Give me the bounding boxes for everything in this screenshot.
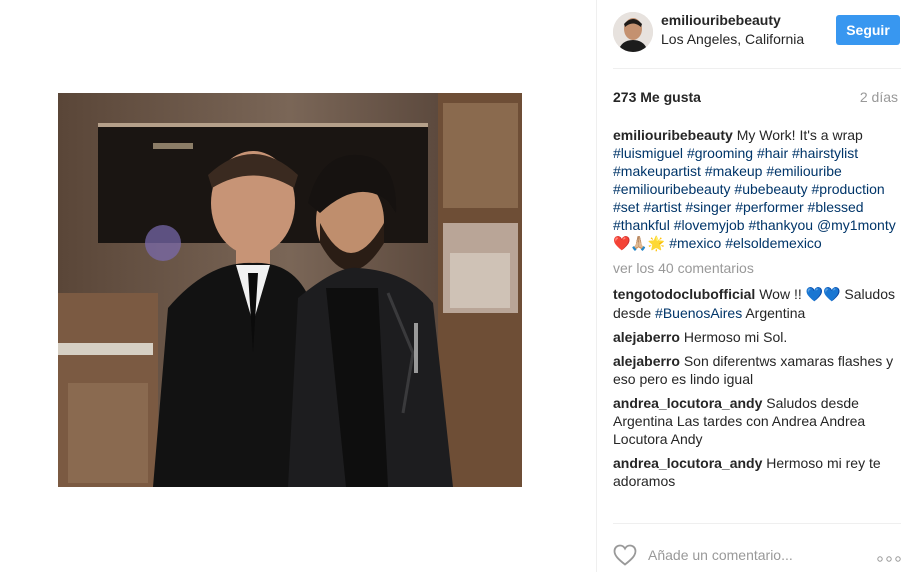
caption-tags-after: #mexico #elsoldemexico xyxy=(669,235,822,251)
post-header: emiliouribebeauty Los Angeles, Californi… xyxy=(597,0,906,66)
hashtag-link[interactable]: #elsoldemexico xyxy=(725,235,822,251)
avatar[interactable] xyxy=(613,12,653,52)
post-time[interactable]: 2 días xyxy=(860,89,898,105)
comment-item: tengotodoclubofficial Wow !! 💙💙 Saludos … xyxy=(613,285,903,322)
comment-username[interactable]: alejaberro xyxy=(613,329,680,345)
hashtag-link[interactable]: #thankyou xyxy=(748,217,813,233)
avatar-image xyxy=(613,12,653,52)
hashtag-link[interactable]: #ubebeauty xyxy=(734,181,807,197)
likes-count[interactable]: 273 Me gusta xyxy=(613,89,701,105)
follow-button[interactable]: Seguir xyxy=(836,15,900,45)
post-photo-image xyxy=(58,93,522,487)
header-divider xyxy=(613,68,901,69)
add-comment-bar xyxy=(597,523,906,572)
hashtag-link[interactable]: #emiliouribe xyxy=(766,163,841,179)
comment-text: Wow !! xyxy=(759,286,802,302)
hashtag-link[interactable]: #grooming xyxy=(687,145,753,161)
post-details: emiliouribebeauty Los Angeles, Californi… xyxy=(596,0,906,572)
hashtag-link[interactable]: #hair xyxy=(757,145,788,161)
hashtag-link[interactable]: #artist xyxy=(643,199,681,215)
hashtag-link[interactable]: #blessed xyxy=(808,199,864,215)
hashtag-link[interactable]: #mexico xyxy=(669,235,721,251)
comment-text: Argentina xyxy=(745,305,806,321)
comment-text: Hermoso mi Sol. xyxy=(683,329,788,345)
hashtag-link[interactable]: #set xyxy=(613,199,639,215)
hashtag-link[interactable]: #makeupartist xyxy=(613,163,701,179)
photo-pane xyxy=(0,0,596,572)
hashtag-link[interactable]: #lovemyjob xyxy=(674,217,745,233)
comment-item: alejaberro Son diferentws xamaras flashe… xyxy=(613,352,903,388)
comment-username[interactable]: alejaberro xyxy=(613,353,680,369)
comment-item: andrea_locutora_andy Hermoso mi rey te a… xyxy=(613,454,903,490)
comment-emojis: 💙💙 xyxy=(805,287,841,303)
post-photo[interactable] xyxy=(58,93,522,487)
caption-emojis: ❤️🙏🏼🌟 xyxy=(613,236,666,252)
hashtag-link[interactable]: #hairstylist xyxy=(792,145,858,161)
comment-hashtag[interactable]: #BuenosAires xyxy=(655,305,742,321)
heart-icon[interactable] xyxy=(613,544,637,566)
comment-username[interactable]: andrea_locutora_andy xyxy=(613,455,762,471)
caption-username[interactable]: emiliouribebeauty xyxy=(613,127,733,143)
caption: emiliouribebeauty My Work! It's a wrap #… xyxy=(613,126,903,253)
hashtag-link[interactable]: #singer xyxy=(685,199,731,215)
comments-list: emiliouribebeauty My Work! It's a wrap #… xyxy=(613,126,903,523)
comment-username[interactable]: andrea_locutora_andy xyxy=(613,395,762,411)
view-all-comments[interactable]: ver los 40 comentarios xyxy=(613,259,903,277)
comment-username[interactable]: tengotodoclubofficial xyxy=(613,286,755,302)
hashtag-link[interactable]: #thankful xyxy=(613,217,670,233)
hashtag-link[interactable]: #production xyxy=(812,181,885,197)
hashtag-link[interactable]: #performer xyxy=(735,199,803,215)
hashtag-link[interactable]: #makeup xyxy=(705,163,763,179)
caption-tags: #luismiguel #grooming #hair #hairstylist… xyxy=(613,145,896,233)
hashtag-link[interactable]: #luismiguel xyxy=(613,145,683,161)
hashtag-link[interactable]: #emiliouribebeauty xyxy=(613,181,731,197)
post-location[interactable]: Los Angeles, California xyxy=(661,31,804,47)
post-username[interactable]: emiliouribebeauty xyxy=(661,12,781,28)
comment-item: andrea_locutora_andy Saludos desde Argen… xyxy=(613,394,903,448)
comment-item: alejaberro Hermoso mi Sol. xyxy=(613,328,903,346)
caption-text: My Work! It's a wrap xyxy=(736,127,863,143)
options-icon[interactable] xyxy=(877,553,901,565)
comment-input[interactable] xyxy=(648,545,848,565)
hashtag-link[interactable]: @my1monty xyxy=(817,217,896,233)
